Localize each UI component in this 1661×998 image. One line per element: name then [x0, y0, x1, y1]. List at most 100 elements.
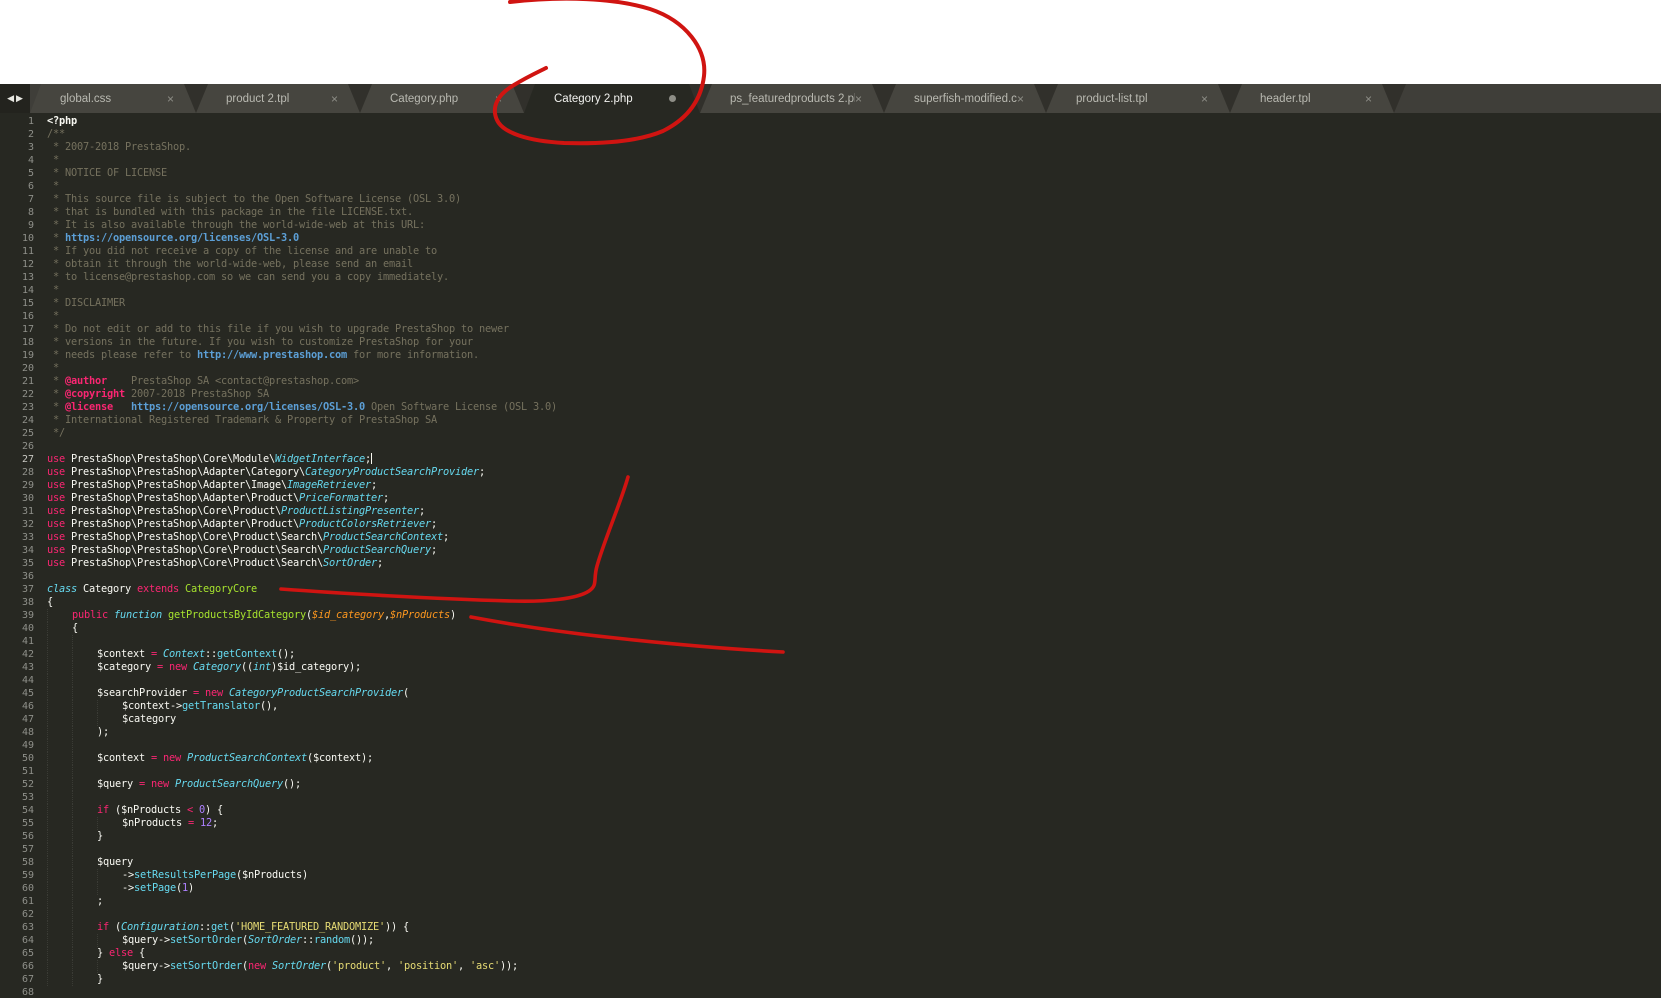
indent-guide — [72, 752, 97, 765]
code-line: 40 { — [0, 622, 1661, 635]
indent-guide — [97, 817, 122, 830]
indent-guide — [72, 843, 97, 856]
indent-guide — [47, 791, 72, 804]
line-number: 37 — [21, 584, 34, 595]
line-number: 8 — [27, 207, 34, 218]
line-number: 35 — [21, 558, 34, 569]
code-line: 32 use PrestaShop\PrestaShop\Adapter\Prod… — [0, 518, 1661, 531]
line-number: 49 — [21, 740, 34, 751]
code-line-content: $query->setSortOrder(SortOrder::random()… — [47, 934, 374, 947]
indent-guide — [47, 778, 72, 791]
code-line-content: /** — [47, 128, 65, 140]
tab-scroll-right-icon[interactable]: ▶ — [16, 94, 23, 103]
tab-ps-featuredproducts-2-php[interactable]: ps_featuredproducts 2.php × — [700, 84, 884, 113]
code-line-content — [47, 765, 97, 778]
code-line: 46 $context->getTranslator(), — [0, 700, 1661, 713]
tab-dirty-dot-icon[interactable] — [669, 95, 676, 102]
code-line-content: if (Configuration::get('HOME_FEATURED_RA… — [47, 921, 409, 934]
indent-guide — [72, 869, 97, 882]
indent-guide — [72, 778, 97, 791]
indent-guide — [97, 700, 122, 713]
tab-category-2-php[interactable]: Category 2.php — [524, 84, 700, 113]
code-line: 58 $query — [0, 856, 1661, 869]
line-number: 57 — [21, 844, 34, 855]
code-line-content: * to license@prestashop.com so we can se… — [53, 271, 449, 283]
line-number: 41 — [21, 636, 34, 647]
tab-label: ps_featuredproducts 2.php — [730, 92, 855, 105]
indent-guide — [72, 765, 97, 778]
tab-close-icon[interactable]: × — [1201, 93, 1208, 105]
code-line-content: use PrestaShop\PrestaShop\Adapter\Produc… — [47, 492, 389, 504]
code-area[interactable]: 1 <?php 2/** 3 * 2007-2018 PrestaShop. 4 * 5 … — [0, 115, 1661, 998]
line-number: 29 — [21, 480, 34, 491]
code-line-content: } — [47, 973, 103, 986]
text-cursor — [370, 453, 372, 464]
code-line: 2 /** — [0, 128, 1661, 141]
indent-guide — [72, 973, 97, 986]
line-number: 56 — [21, 831, 34, 842]
indent-guide — [47, 934, 72, 947]
code-line-content: $nProducts = 12; — [47, 817, 218, 830]
code-line-content: * — [53, 284, 59, 296]
indent-guide — [72, 895, 97, 908]
tab-superfish-modified-css[interactable]: superfish-modified.css × — [884, 84, 1046, 113]
tab-close-icon[interactable]: × — [1365, 93, 1372, 105]
tab-bar: ◀ ▶ global.css × product 2.tpl × Category.ph… — [0, 84, 1661, 113]
line-number: 43 — [21, 662, 34, 673]
tab-global-css[interactable]: global.css × — [30, 84, 196, 113]
code-line-content: * Do not edit or add to this file if you… — [53, 323, 509, 335]
code-line-content: $context = new ProductSearchContext($con… — [47, 752, 373, 765]
indent-guide — [72, 661, 97, 674]
code-editor[interactable]: 1 <?php 2/** 3 * 2007-2018 PrestaShop. 4 * 5 … — [0, 113, 1661, 998]
indent-guide — [72, 791, 97, 804]
tab-label: global.css — [60, 92, 112, 105]
tab-label: header.tpl — [1260, 92, 1311, 105]
code-line: 61; — [0, 895, 1661, 908]
indent-guide — [47, 947, 72, 960]
tab-close-icon[interactable]: × — [331, 93, 338, 105]
code-line: 21 * @author PrestaShop SA <contact@pres… — [0, 375, 1661, 388]
line-number: 36 — [21, 571, 34, 582]
code-line-content: $context = Context::getContext(); — [47, 648, 295, 661]
line-number: 24 — [21, 415, 34, 426]
code-line-content: * — [53, 362, 59, 374]
tab-close-icon[interactable]: × — [855, 93, 862, 105]
code-line: 44 — [0, 674, 1661, 687]
line-number: 27 — [21, 454, 34, 465]
tab-close-icon[interactable]: × — [495, 93, 502, 105]
line-number: 10 — [21, 233, 34, 244]
line-number: 3 — [27, 142, 34, 153]
tab-close-icon[interactable]: × — [1017, 93, 1024, 105]
line-number: 15 — [21, 298, 34, 309]
tab-scroll-arrows[interactable]: ◀ ▶ — [0, 84, 30, 113]
code-line: 38 { — [0, 596, 1661, 609]
line-number: 42 — [21, 649, 34, 660]
tab-scroll-left-icon[interactable]: ◀ — [7, 94, 14, 103]
code-line-content: * NOTICE OF LICENSE — [53, 167, 167, 179]
line-number: 46 — [21, 701, 34, 712]
code-line: 1 <?php — [0, 115, 1661, 128]
indent-guide — [47, 921, 72, 934]
tab-header-tpl[interactable]: header.tpl × — [1230, 84, 1394, 113]
code-line: 10 * https://opensource.org/licenses/OSL… — [0, 232, 1661, 245]
indent-guide — [47, 765, 72, 778]
tab-close-icon[interactable]: × — [167, 93, 174, 105]
indent-guide — [47, 687, 72, 700]
code-line-content: $context->getTranslator(), — [47, 700, 278, 713]
indent-guide — [72, 882, 97, 895]
code-line-content: * If you did not receive a copy of the l… — [53, 245, 437, 257]
line-number: 52 — [21, 779, 34, 790]
code-line-content: $query->setSortOrder(new SortOrder('prod… — [47, 960, 518, 973]
code-line-content — [47, 635, 97, 648]
code-line: 18 * versions in the future. If you wish… — [0, 336, 1661, 349]
code-line: 12 * obtain it through the world-wide-we… — [0, 258, 1661, 271]
tab-category-php[interactable]: Category.php × — [360, 84, 524, 113]
code-line-content: <?php — [47, 115, 77, 127]
code-line-content: * — [53, 310, 59, 322]
line-number: 59 — [21, 870, 34, 881]
tab-product-2-tpl[interactable]: product 2.tpl × — [196, 84, 360, 113]
line-number: 50 — [21, 753, 34, 764]
line-number: 6 — [27, 181, 34, 192]
indent-guide — [97, 713, 122, 726]
tab-product-list-tpl[interactable]: product-list.tpl × — [1046, 84, 1230, 113]
